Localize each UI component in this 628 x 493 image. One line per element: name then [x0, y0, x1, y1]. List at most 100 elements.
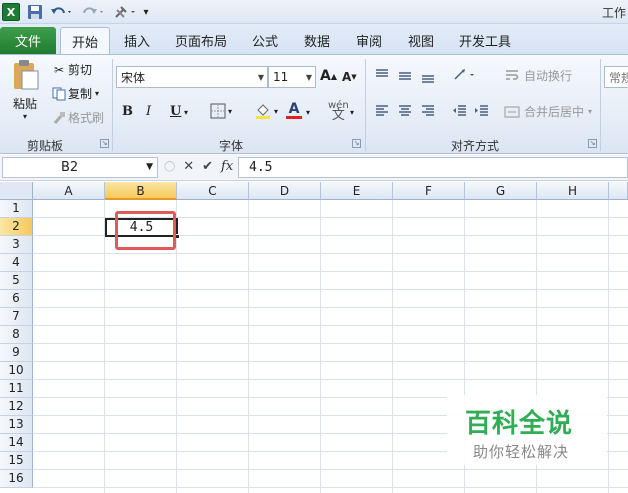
scissors-icon: ✂ — [53, 62, 65, 77]
window-title: 工作 — [601, 6, 626, 20]
shrink-font-button[interactable]: A ▼ — [342, 70, 357, 84]
tab-insert[interactable]: 插入 — [114, 27, 160, 54]
align-left-button[interactable] — [374, 103, 390, 119]
wrap-text-icon — [506, 69, 519, 80]
chevron-down-icon: ▼ — [305, 72, 312, 82]
redo-icon[interactable] — [80, 3, 106, 21]
align-right-button[interactable] — [420, 103, 436, 119]
grid-column-line — [104, 200, 105, 493]
grid-column-line — [608, 200, 609, 493]
title-bar: X ▾ 工作 — [0, 0, 628, 24]
tab-developer[interactable]: 开发工具 — [452, 27, 518, 54]
number-format-select[interactable]: 常规 — [604, 66, 628, 88]
row-header-12[interactable]: 12 — [0, 398, 33, 416]
align-top-button[interactable] — [374, 67, 390, 83]
grid-row-line — [33, 343, 628, 344]
copy-button[interactable]: 复制 ▾ — [50, 85, 99, 102]
font-color-dropdown-icon[interactable]: ▾ — [306, 108, 310, 117]
phonetic-button[interactable]: wén 文 — [328, 101, 349, 123]
row-header-2[interactable]: 2 — [0, 218, 33, 236]
tab-file[interactable]: 文件 — [0, 27, 56, 54]
tab-view[interactable]: 视图 — [400, 27, 442, 54]
align-middle-button[interactable] — [397, 67, 413, 83]
group-divider — [112, 59, 113, 151]
alignment-launcher-icon[interactable]: ↘ — [588, 139, 597, 148]
row-header-9[interactable]: 9 — [0, 344, 33, 362]
insert-function-icon[interactable]: fx — [221, 159, 233, 174]
format-painter-button[interactable]: 格式刷 — [50, 109, 104, 126]
enter-check-icon[interactable]: ✔ — [202, 159, 213, 174]
save-icon[interactable] — [26, 3, 44, 21]
row-header-6[interactable]: 6 — [0, 290, 33, 308]
increase-indent-button[interactable] — [474, 103, 490, 119]
row-header-13[interactable]: 13 — [0, 416, 33, 434]
align-center-button[interactable] — [397, 103, 413, 119]
wrap-text-button[interactable]: 自动换行 — [504, 67, 572, 84]
underline-button[interactable]: U — [170, 104, 181, 119]
row-header-10[interactable]: 10 — [0, 362, 33, 380]
cut-button[interactable]: ✂ 剪切 — [50, 61, 92, 78]
fill-color-button[interactable]: ▾ — [254, 102, 278, 120]
italic-button[interactable]: I — [146, 104, 151, 119]
bold-button[interactable]: B — [122, 104, 133, 119]
cancel-icon[interactable]: ✕ — [183, 159, 194, 174]
name-box[interactable]: B2 ▼ — [2, 157, 158, 178]
row-header-5[interactable]: 5 — [0, 272, 33, 290]
align-right-icon — [422, 105, 434, 116]
row-header-14[interactable]: 14 — [0, 434, 33, 452]
column-header-d[interactable]: D — [249, 182, 321, 200]
tab-formulas[interactable]: 公式 — [244, 27, 286, 54]
column-header-b[interactable]: B — [105, 182, 177, 200]
customize-quick-access-icon[interactable]: ▾ — [140, 3, 152, 21]
column-header-partial[interactable] — [609, 182, 628, 200]
row-header-15[interactable]: 15 — [0, 452, 33, 470]
column-header-e[interactable]: E — [321, 182, 393, 200]
tab-home[interactable]: 开始 — [60, 27, 110, 54]
tab-data[interactable]: 数据 — [296, 27, 338, 54]
formula-input[interactable]: 4.5 — [238, 157, 628, 178]
row-header-8[interactable]: 8 — [0, 326, 33, 344]
row-header-1[interactable]: 1 — [0, 200, 33, 218]
chevron-down-icon: ▼ — [146, 162, 153, 172]
paste-button[interactable]: 粘贴 ▾ — [8, 59, 42, 121]
expand-handle-icon[interactable]: ◯ — [164, 161, 175, 172]
row-header-7[interactable]: 7 — [0, 308, 33, 326]
phonetic-dropdown-icon[interactable]: ▾ — [350, 108, 354, 117]
tools-icon[interactable] — [112, 3, 138, 21]
font-name-select[interactable]: 宋体 ▼ — [116, 66, 268, 88]
ribbon-home: 粘贴 ▾ ✂ 剪切 复制 ▾ 格式刷 剪贴板 ↘ 宋体 ▼ 11 ▼ A ▲ A ▼… — [0, 54, 628, 154]
column-header-g[interactable]: G — [465, 182, 537, 200]
column-header-f[interactable]: F — [393, 182, 465, 200]
select-all-corner[interactable] — [0, 182, 33, 200]
font-size-select[interactable]: 11 ▼ — [268, 66, 316, 88]
merge-center-button[interactable]: 合并后居中 ▾ — [504, 103, 592, 120]
row-header-3[interactable]: 3 — [0, 236, 33, 254]
align-left-icon — [376, 105, 388, 116]
column-header-c[interactable]: C — [177, 182, 249, 200]
column-header-h[interactable]: H — [537, 182, 609, 200]
font-launcher-icon[interactable]: ↘ — [352, 139, 361, 148]
row-header-4[interactable]: 4 — [0, 254, 33, 272]
tab-page-layout[interactable]: 页面布局 — [168, 27, 234, 54]
cut-label: 剪切 — [68, 63, 93, 77]
column-header-a[interactable]: A — [33, 182, 105, 200]
font-color-swatch — [286, 116, 302, 119]
orientation-button[interactable] — [452, 67, 478, 83]
excel-app-icon[interactable]: X — [2, 3, 20, 21]
font-color-button[interactable]: A — [286, 101, 302, 119]
underline-dropdown-icon[interactable]: ▾ — [184, 108, 188, 117]
chevron-down-icon: ▼ — [257, 72, 264, 82]
grow-font-button[interactable]: A ▲ — [320, 68, 337, 84]
copy-dropdown-icon: ▾ — [95, 89, 100, 98]
decrease-indent-button[interactable] — [452, 103, 468, 119]
tab-review[interactable]: 审阅 — [348, 27, 390, 54]
align-bottom-button[interactable] — [420, 67, 436, 83]
borders-button[interactable]: ▾ — [210, 103, 232, 119]
paste-label: 粘贴 — [12, 97, 37, 111]
row-header-16[interactable]: 16 — [0, 470, 33, 488]
row-header-11[interactable]: 11 — [0, 380, 33, 398]
clipboard-launcher-icon[interactable]: ↘ — [100, 139, 109, 148]
undo-icon[interactable] — [48, 3, 74, 21]
font-size-value: 11 — [273, 70, 289, 84]
grid-row-line — [33, 379, 628, 380]
